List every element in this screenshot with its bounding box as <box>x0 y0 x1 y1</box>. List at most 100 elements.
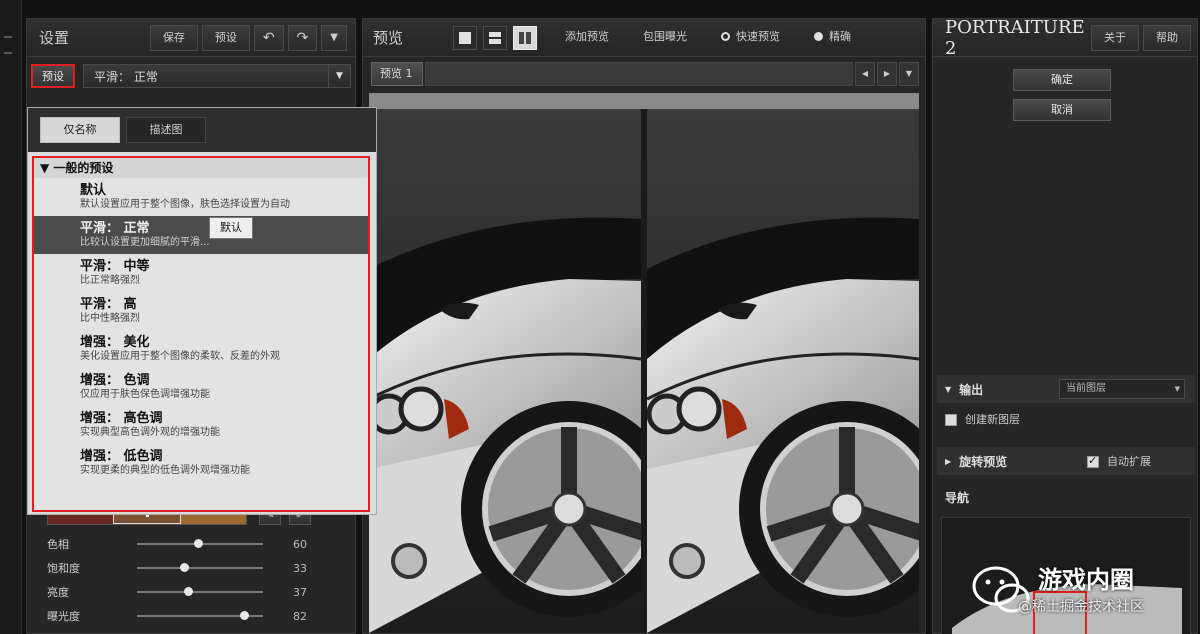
slider-label: 亮度 <box>47 586 69 599</box>
preset-tab[interactable]: 预设 <box>31 64 75 88</box>
next-tab-icon[interactable]: ▶ <box>877 62 897 86</box>
preset-item-enhance-low-key[interactable]: 增强： 低色调 实现更柔的典型的低色调外观增强功能 <box>34 444 368 482</box>
save-button[interactable]: 保存 <box>149 24 198 51</box>
preset-desc: 比正常略强烈 <box>80 275 140 286</box>
watermark: 游戏内圈 @稀土掘金技术社区 <box>972 560 1192 626</box>
undo-icon[interactable]: ↶ <box>253 24 284 51</box>
radio-selected-icon <box>814 32 823 41</box>
output-select-value: 当前图层 <box>1066 383 1106 394</box>
preset-name: 增强： 色调 <box>80 373 150 388</box>
add-preview-button[interactable]: 添加预览 <box>553 25 621 51</box>
preset-desc: 比中性略强烈 <box>80 313 140 324</box>
tab-preview-1[interactable]: 预览 1 <box>371 62 423 86</box>
redo-icon[interactable]: ↷ <box>287 24 318 51</box>
preview-ruler <box>369 93 919 109</box>
new-layer-checkbox-row[interactable]: 创建新图层 <box>945 411 1020 427</box>
bracket-button[interactable]: 包围曝光 <box>631 25 699 51</box>
chevron-down-icon: ▼ <box>1174 385 1180 393</box>
preset-select-value: 平滑： 正常 <box>94 69 158 84</box>
side-strip <box>0 0 22 634</box>
slider-label: 色相 <box>47 538 69 551</box>
preset-name: 增强： 高色调 <box>80 411 163 426</box>
slider-thumb[interactable] <box>240 611 250 620</box>
slider-value: 33 <box>293 561 307 575</box>
slider-track[interactable] <box>137 611 263 620</box>
checkbox-checked[interactable] <box>1087 454 1099 468</box>
slider-brightness[interactable]: 亮度 37 <box>47 581 327 603</box>
settings-panel: 设置 保存 预设 ↶ ↷ ▼ 预设 平滑： 正常 ▼ 仅名称 描述图 ▼ 一般的… <box>26 18 377 634</box>
preset-list: ▼ 一般的预设 默认 默认设置应用于整个图像，肤色选择设置为自动 平滑： 正常 … <box>32 156 370 512</box>
preview-panel: 预览 添加预览 包围曝光 快速预览 精确 预览 1 ◀ ▶ ▼ <box>362 18 926 634</box>
slider-hue[interactable]: 色相 60 <box>47 533 327 555</box>
slider-thumb[interactable] <box>179 563 189 572</box>
output-select[interactable]: 当前图层 ▼ <box>1059 379 1185 399</box>
preview-header: 预览 添加预览 包围曝光 快速预览 精确 <box>363 19 925 57</box>
split-horizontal-icon[interactable] <box>483 25 507 50</box>
car-image <box>369 109 641 633</box>
tab-menu-icon[interactable]: ▼ <box>899 62 919 86</box>
chevron-down-icon[interactable]: ▼ <box>328 65 350 87</box>
slider-thumb[interactable] <box>193 539 203 548</box>
tab-thumbnails[interactable]: 描述图 <box>126 117 206 143</box>
single-view-icon[interactable] <box>453 25 477 50</box>
output-label: 输出 <box>959 382 984 397</box>
batch-section[interactable]: ▶ 旋转预览 自动扩展 <box>937 447 1195 475</box>
preview-tab-row: 预览 1 ◀ ▶ ▼ <box>363 59 925 89</box>
preset-name: 平滑： 中等 <box>80 259 150 274</box>
new-layer-label: 创建新图层 <box>965 413 1020 426</box>
preset-item-smooth-normal[interactable]: 平滑： 正常 比较认设置更加细腻的平滑... <box>34 216 368 254</box>
preset-button[interactable]: 预设 <box>201 24 250 51</box>
preset-item-smooth-medium[interactable]: 平滑： 中等 比正常略强烈 <box>34 254 368 292</box>
plugin-panel: PORTRAITURE 2 关于 帮助 确定 取消 ▼ 输出 当前图层 ▼ 创建新… <box>932 16 1198 634</box>
navigator-label: 导航 <box>945 490 970 505</box>
slider-exposure[interactable]: 曝光度 82 <box>47 605 327 627</box>
preset-select[interactable]: 平滑： 正常 ▼ <box>83 64 351 88</box>
cancel-button[interactable]: 取消 <box>1013 99 1111 121</box>
split-vertical-icon[interactable] <box>513 25 537 50</box>
slider-saturation[interactable]: 饱和度 33 <box>47 557 327 579</box>
preview-area[interactable] <box>369 93 919 633</box>
slider-thumb[interactable] <box>183 587 193 596</box>
about-button[interactable]: 关于 <box>1091 24 1139 51</box>
preview-title: 预览 <box>373 29 404 47</box>
quick-preview-radio[interactable]: 快速预览 <box>709 25 792 51</box>
watermark-brand: 游戏内圈 <box>1038 566 1134 594</box>
preset-item-enhance-beauty[interactable]: 增强： 美化 美化设置应用于整个图像的柔软、反差的外观 <box>34 330 368 368</box>
preset-name: 默认 <box>80 183 107 198</box>
radio-icon <box>721 32 730 41</box>
preset-view-tabs: 仅名称 描述图 <box>28 108 376 152</box>
output-section[interactable]: ▼ 输出 当前图层 ▼ <box>937 375 1195 403</box>
ok-button[interactable]: 确定 <box>1013 69 1111 91</box>
preset-group-title: 一般的预设 <box>53 161 114 175</box>
preset-name: 增强： 低色调 <box>80 449 163 464</box>
expand-down-icon: ▼ <box>945 384 952 394</box>
auto-expand-toggle[interactable]: 自动扩展 <box>1087 453 1151 469</box>
slider-track[interactable] <box>137 563 263 572</box>
preview-after-image[interactable] <box>647 109 919 633</box>
checkbox[interactable] <box>945 414 957 426</box>
preset-desc: 实现更柔的典型的低色调外观增强功能 <box>80 465 250 476</box>
slider-track[interactable] <box>137 587 263 596</box>
quick-preview-label: 快速预览 <box>736 29 780 43</box>
preset-item-default[interactable]: 默认 默认设置应用于整个图像，肤色选择设置为自动 <box>34 178 368 216</box>
auto-expand-label: 自动扩展 <box>1107 455 1151 468</box>
slider-label: 饱和度 <box>47 562 80 575</box>
preset-item-enhance-tone[interactable]: 增强： 色调 仅应用于肤色保色调增强功能 <box>34 368 368 406</box>
tab-names-only[interactable]: 仅名称 <box>40 117 120 143</box>
app-window: 设置 保存 预设 ↶ ↷ ▼ 预设 平滑： 正常 ▼ 仅名称 描述图 ▼ 一般的… <box>0 0 1200 634</box>
preset-name: 增强： 美化 <box>80 335 150 350</box>
menu-dropdown-icon[interactable]: ▼ <box>321 24 347 51</box>
car-image <box>647 109 919 633</box>
help-button[interactable]: 帮助 <box>1143 24 1191 51</box>
slider-value: 60 <box>293 537 307 551</box>
preset-item-enhance-high-key[interactable]: 增强： 高色调 实现典型高色调外观的增强功能 <box>34 406 368 444</box>
preset-group-header[interactable]: ▼ 一般的预设 <box>34 158 368 178</box>
slider-value: 82 <box>293 609 307 623</box>
plugin-title: PORTRAITURE 2 <box>945 16 1085 59</box>
prev-tab-icon[interactable]: ◀ <box>855 62 875 86</box>
preset-row: 预设 平滑： 正常 ▼ <box>27 61 355 91</box>
preset-item-smooth-high[interactable]: 平滑： 高 比中性略强烈 <box>34 292 368 330</box>
fine-preview-radio[interactable]: 精确 <box>802 25 863 51</box>
slider-track[interactable] <box>137 539 263 548</box>
preview-before-image[interactable] <box>369 109 641 633</box>
